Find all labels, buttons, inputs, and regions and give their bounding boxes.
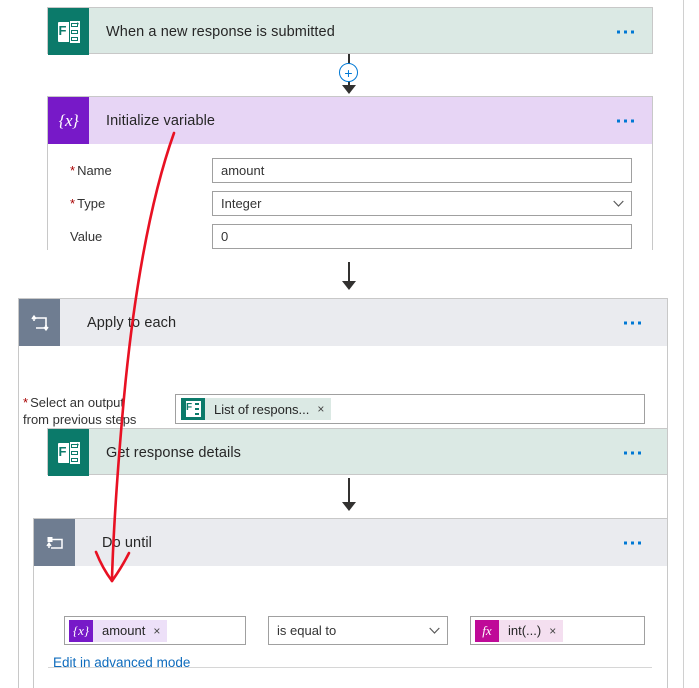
token-label: amount <box>102 623 146 638</box>
connector-arrowhead <box>342 502 356 511</box>
condition-operator-select[interactable]: is equal to <box>268 616 448 645</box>
required-asterisk: * <box>70 196 76 211</box>
node-title: Initialize variable <box>106 112 216 129</box>
field-row-type: * Type Integer <box>48 187 652 220</box>
node-header[interactable]: Do until <box>34 519 667 566</box>
select-output-input[interactable]: List of respons... × <box>175 394 645 424</box>
variable-braces-icon: {x} <box>69 619 93 642</box>
required-asterisk: * <box>70 163 76 178</box>
remove-token-icon[interactable]: × <box>549 624 556 638</box>
field-row-value: Value 0 <box>48 220 652 253</box>
function-fx-icon: fx <box>475 619 499 642</box>
field-row-select-output: *Select an output from previous steps Li… <box>19 394 667 428</box>
loop-foreach-icon <box>19 299 60 346</box>
node-header[interactable]: Apply to each <box>19 299 667 346</box>
condition-left-input[interactable]: {x} amount × <box>64 616 246 645</box>
node-header[interactable]: {x} Initialize variable <box>48 97 652 144</box>
name-input[interactable]: amount <box>212 158 632 183</box>
node-overflow-menu-button[interactable] <box>624 321 641 324</box>
flow-node-get-response-details[interactable]: Get response details <box>47 428 668 476</box>
node-overflow-menu-button[interactable] <box>624 541 641 544</box>
node-header[interactable]: When a new response is submitted <box>48 8 652 55</box>
field-label-type: * Type <box>70 196 106 211</box>
node-title: When a new response is submitted <box>106 23 335 40</box>
node-title: Apply to each <box>87 314 177 331</box>
field-label-select-output: * Select an output from previous steps <box>23 395 137 427</box>
flow-designer-canvas: When a new response is submitted + {x} I… <box>0 0 699 688</box>
field-label-value: Value <box>70 229 103 244</box>
type-select-value: Integer <box>221 196 262 211</box>
remove-token-icon[interactable]: × <box>317 402 324 416</box>
field-row-name: * Name amount <box>48 154 652 187</box>
microsoft-forms-icon <box>48 429 89 476</box>
token-chip-list-of-responses[interactable]: List of respons... × <box>181 398 332 420</box>
condition-row: {x} amount × is equal to fx int(...) × <box>34 616 645 645</box>
token-label: List of respons... <box>214 401 310 417</box>
value-input[interactable]: 0 <box>212 224 632 249</box>
node-body: {x} amount × is equal to fx int(...) × E… <box>34 566 667 688</box>
insert-new-step-button[interactable]: + <box>339 63 358 82</box>
node-overflow-menu-button[interactable] <box>624 451 641 454</box>
node-overflow-menu-button[interactable] <box>617 30 634 33</box>
connector-arrowhead <box>342 85 356 94</box>
node-title: Get response details <box>106 444 241 461</box>
condition-right-input[interactable]: fx int(...) × <box>470 616 645 645</box>
panel-edge-divider <box>683 0 684 688</box>
token-chip-int-expression[interactable]: fx int(...) × <box>475 619 564 642</box>
remove-token-icon[interactable]: × <box>153 624 160 638</box>
flow-node-initialize-variable[interactable]: {x} Initialize variable * Name amount * Ty… <box>47 96 653 253</box>
required-asterisk: * <box>23 395 29 410</box>
chevron-down-icon <box>613 200 624 209</box>
condition-operator-value: is equal to <box>277 623 337 638</box>
token-label: int(...) <box>508 623 542 638</box>
node-overflow-menu-button[interactable] <box>617 119 634 122</box>
connector-arrowhead <box>342 281 356 290</box>
node-title: Do until <box>102 534 152 551</box>
variable-braces-icon: {x} <box>48 97 89 144</box>
chevron-down-icon <box>429 627 440 636</box>
flow-node-trigger[interactable]: When a new response is submitted <box>47 7 653 55</box>
section-divider <box>48 667 652 668</box>
type-select[interactable]: Integer <box>212 191 632 216</box>
field-label-name: * Name <box>70 163 112 178</box>
node-body: * Name amount * Type Integer Value 0 <box>48 144 652 253</box>
microsoft-forms-icon <box>48 8 89 55</box>
microsoft-forms-icon <box>181 398 205 420</box>
flow-node-do-until[interactable]: Do until {x} amount × is equal to fx int… <box>33 518 668 688</box>
loop-until-icon <box>34 519 75 566</box>
token-chip-amount[interactable]: {x} amount × <box>69 619 168 642</box>
node-header[interactable]: Get response details <box>48 429 667 476</box>
